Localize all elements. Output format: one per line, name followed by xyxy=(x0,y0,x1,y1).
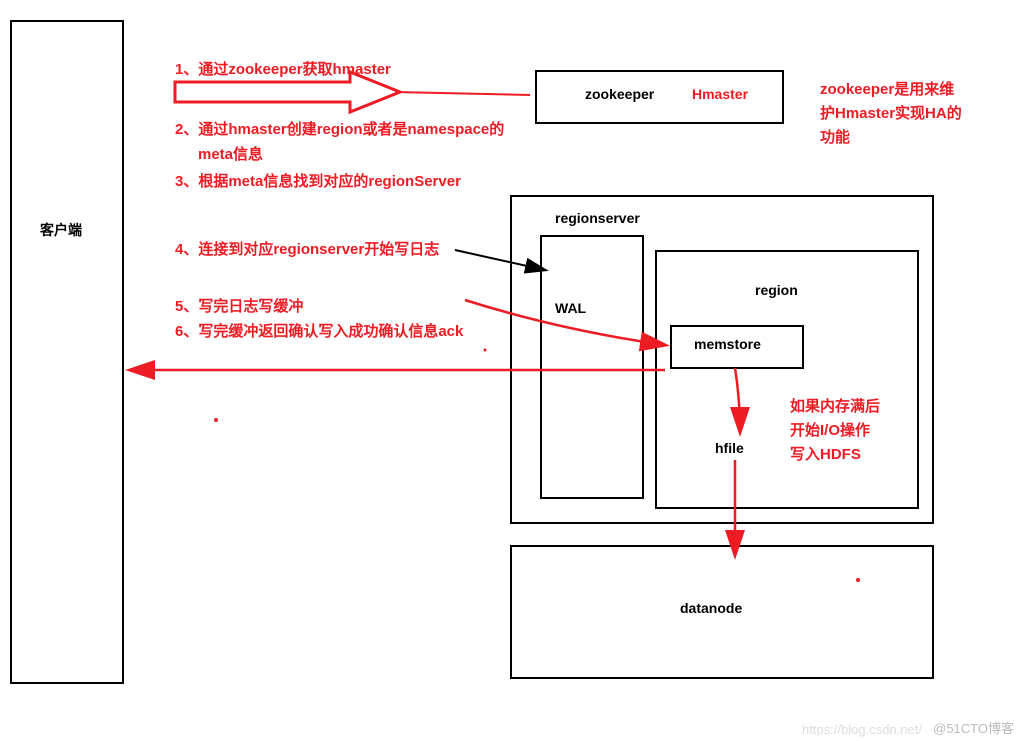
step-2-line2: meta信息 xyxy=(198,143,263,164)
zookeeper-label: zookeeper xyxy=(585,86,654,102)
arrow-step1-tail xyxy=(395,92,530,95)
datanode-label: datanode xyxy=(680,600,742,616)
watermark-url: https://blog.csdn.net/ xyxy=(802,722,922,737)
client-label: 客户端 xyxy=(40,220,82,240)
zookeeper-note-line1: zookeeper是用来维 xyxy=(820,78,962,102)
client-box xyxy=(10,20,124,684)
hmaster-label: Hmaster xyxy=(692,86,748,102)
step-2-line1: 2、通过hmaster创建region或者是namespace的 xyxy=(175,118,504,139)
memstore-label: memstore xyxy=(694,336,761,352)
watermark-brand: @51CTO博客 xyxy=(933,718,1014,737)
step-5: 5、写完日志写缓冲 xyxy=(175,295,303,316)
wal-label: WAL xyxy=(555,300,586,316)
zookeeper-note: zookeeper是用来维 护Hmaster实现HA的 功能 xyxy=(820,78,962,150)
step-4: 4、连接到对应regionserver开始写日志 xyxy=(175,238,439,259)
wal-box xyxy=(540,235,644,499)
step-6: 6、写完缓冲返回确认写入成功确认信息ack xyxy=(175,320,463,341)
hfile-label: hfile xyxy=(715,440,744,456)
memory-note-line3: 写入HDFS xyxy=(790,443,880,467)
memory-note-line2: 开始I/O操作 xyxy=(790,419,880,443)
step-1: 1、通过zookeeper获取hmaster xyxy=(175,58,391,79)
zookeeper-note-line2: 护Hmaster实现HA的 xyxy=(820,102,962,126)
zookeeper-note-line3: 功能 xyxy=(820,126,962,150)
region-label: region xyxy=(755,282,798,298)
memory-note-line1: 如果内存满后 xyxy=(790,395,880,419)
step-3: 3、根据meta信息找到对应的regionServer xyxy=(175,170,461,191)
regionserver-label: regionserver xyxy=(555,210,640,226)
memory-note: 如果内存满后 开始I/O操作 写入HDFS xyxy=(790,395,880,467)
